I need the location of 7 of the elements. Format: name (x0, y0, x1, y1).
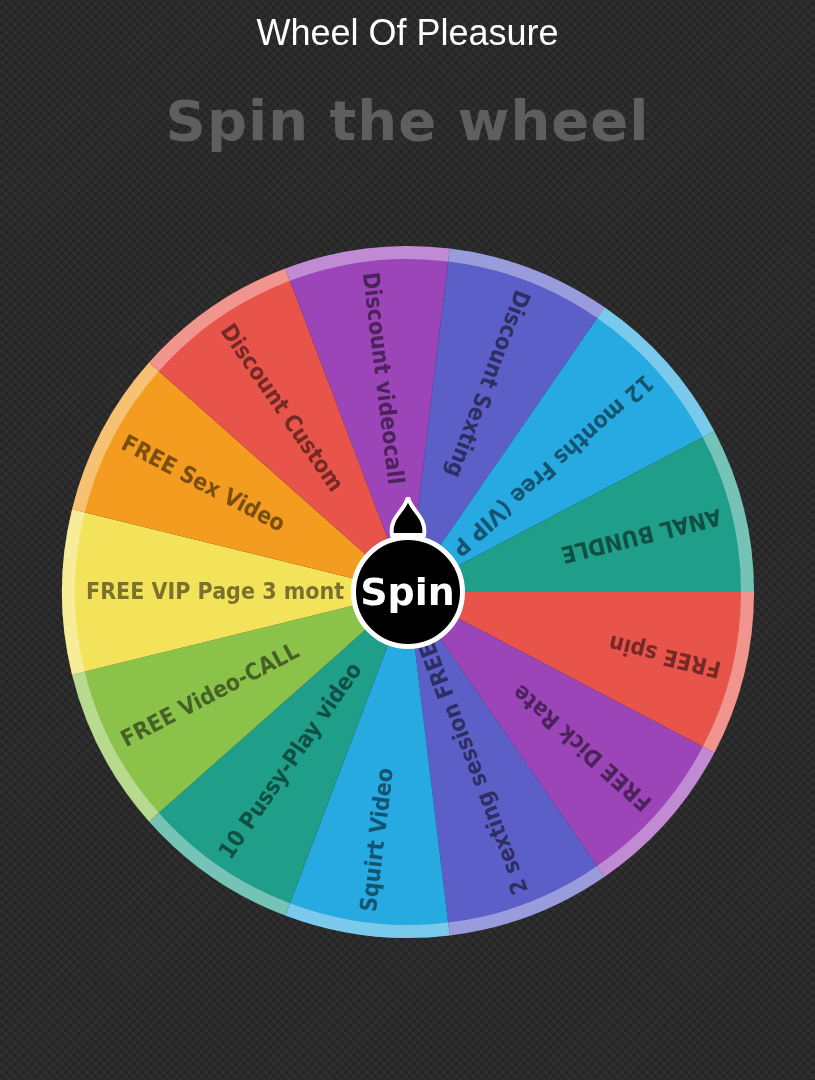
app-title: Wheel Of Pleasure (256, 12, 559, 54)
slice-label: ANAL BUNDLE (558, 503, 724, 569)
wheel-heading: Spin the wheel (165, 87, 650, 153)
slice-label: Squirt Video (354, 766, 398, 914)
slice-label: FREE VIP Page 3 mont (85, 577, 344, 604)
slice-label: Discount videocall (357, 270, 409, 486)
slice-label: FREE spin (605, 630, 723, 684)
